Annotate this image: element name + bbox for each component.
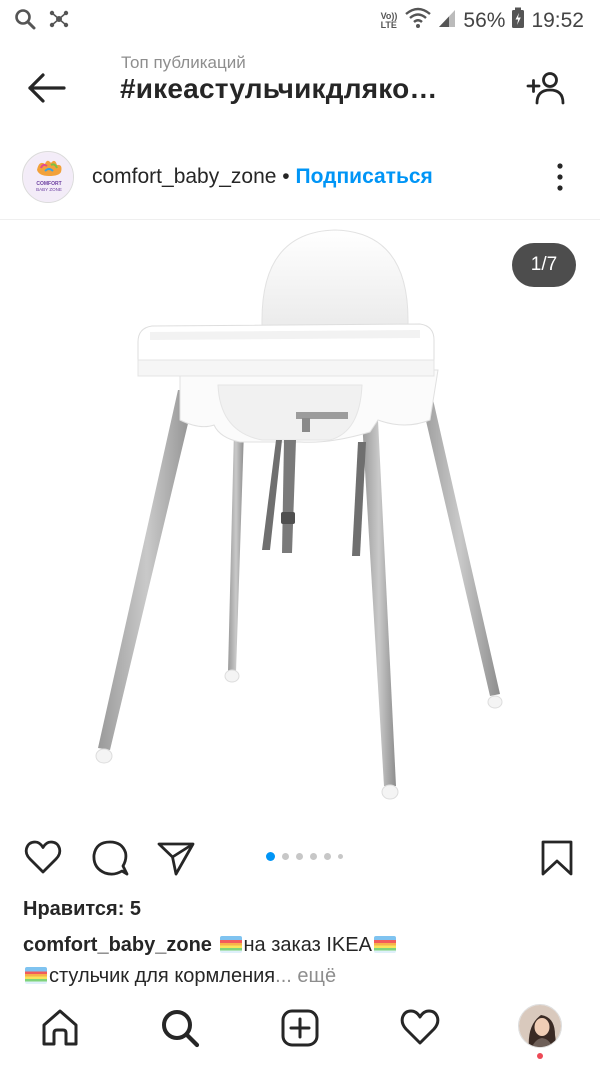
- search-icon: [158, 1010, 202, 1054]
- nav-add-post[interactable]: [278, 1006, 322, 1050]
- nav-activity[interactable]: [398, 1006, 442, 1050]
- carousel-counter: 1/7: [512, 243, 576, 287]
- post-username[interactable]: comfort_baby_zone: [92, 165, 276, 188]
- carousel-dot: [338, 854, 343, 859]
- avatar-logo: COMFORT BABY ZONE: [24, 153, 73, 202]
- post-caption: comfort_baby_zone на заказ IKEA стульчик…: [23, 930, 583, 992]
- clock: 19:52: [531, 9, 584, 32]
- add-user-button[interactable]: [526, 70, 566, 106]
- carousel-dot-active: [266, 852, 275, 861]
- rainbow-emoji-icon: [373, 936, 396, 953]
- caption-text: стульчик для кормления: [49, 965, 276, 987]
- arrow-left-icon: [26, 73, 66, 110]
- comment-button[interactable]: [90, 838, 130, 878]
- share-button[interactable]: [156, 838, 196, 878]
- svg-text:BABY ZONE: BABY ZONE: [36, 187, 62, 192]
- bottom-navigation: [0, 998, 600, 1066]
- post-actions: [0, 834, 600, 882]
- post-avatar[interactable]: COMFORT BABY ZONE: [22, 151, 74, 203]
- search-icon: [14, 8, 36, 35]
- comment-icon: [90, 840, 130, 882]
- top-header: Топ публикаций #икеастульчикдляко…: [0, 48, 600, 128]
- home-icon: [38, 1009, 82, 1054]
- notification-dot: [537, 1053, 543, 1059]
- post-header: COMFORT BABY ZONE comfort_baby_zone • По…: [0, 146, 600, 216]
- volte-indicator: Vo)) LTE: [380, 11, 398, 30]
- follow-button[interactable]: Подписаться: [296, 165, 433, 188]
- share-icon: [156, 842, 196, 882]
- back-button[interactable]: [26, 70, 66, 106]
- nodes-icon: [48, 8, 70, 35]
- carousel-dot: [296, 853, 303, 860]
- wifi-icon: [405, 7, 432, 35]
- battery-icon: [511, 7, 525, 35]
- rainbow-emoji-icon: [25, 967, 47, 984]
- add-user-icon: [526, 72, 566, 110]
- signal-icon: [437, 7, 457, 35]
- high-chair-photo: [95, 229, 503, 800]
- more-vertical-icon: [548, 163, 572, 198]
- post-image[interactable]: [0, 220, 600, 820]
- status-bar: Vo)) LTE 56% 19:52: [0, 0, 600, 42]
- nav-search[interactable]: [158, 1006, 202, 1050]
- more-options-button[interactable]: [548, 160, 572, 194]
- likes-count[interactable]: Нравится: 5: [23, 898, 141, 921]
- header-subtitle: Топ публикаций: [121, 53, 246, 72]
- nav-home[interactable]: [38, 1006, 82, 1050]
- like-button[interactable]: [23, 838, 63, 878]
- rainbow-emoji-icon: [219, 936, 242, 953]
- profile-photo: [519, 1005, 561, 1047]
- save-button[interactable]: [537, 838, 577, 878]
- carousel-dots: [266, 852, 343, 861]
- caption-text: на заказ IKEA: [243, 934, 372, 956]
- battery-percent: 56%: [463, 9, 506, 32]
- post-author-line: comfort_baby_zone • Подписаться: [92, 165, 433, 189]
- add-post-icon: [278, 1009, 322, 1054]
- carousel-dot: [310, 853, 317, 860]
- caption-more-link[interactable]: ... ещё: [275, 965, 336, 987]
- carousel-dot: [282, 853, 289, 860]
- carousel-dot: [324, 853, 331, 860]
- caption-username[interactable]: comfort_baby_zone: [23, 934, 212, 956]
- heart-icon: [23, 840, 63, 882]
- nav-profile-avatar[interactable]: [518, 1004, 562, 1048]
- bookmark-icon: [537, 840, 577, 882]
- activity-heart-icon: [398, 1009, 442, 1054]
- hashtag-title: #икеастульчикдляко…: [120, 73, 438, 104]
- separator-dot: •: [282, 165, 290, 188]
